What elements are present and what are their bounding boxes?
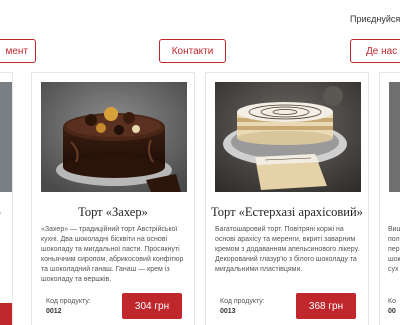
desc-fragment: сух <box>388 266 399 273</box>
product-description: «Захер» — традиційний торт Австрійської … <box>41 226 184 283</box>
product-title-fragment: » <box>0 205 1 220</box>
nav-button-where-to-find[interactable]: Де нас з <box>350 39 400 63</box>
product-code-value: 0013 <box>220 308 236 315</box>
sacher-cake-image <box>41 82 187 192</box>
price-button-partial[interactable] <box>0 303 12 325</box>
product-photo-partial <box>389 82 400 192</box>
product-photo-esterhazy[interactable] <box>215 82 361 192</box>
product-description: Багатошаровий торт. Повітряні коржі на о… <box>215 226 360 273</box>
product-card: Торт «Захер» «Захер» — традиційний торт … <box>31 72 195 325</box>
product-code-label: Код продукту: <box>46 298 91 305</box>
product-card-partial-right: Вишн пол пер шок сух Ко 00 <box>379 72 400 325</box>
nav-button-contacts[interactable]: Контакти <box>159 39 226 63</box>
product-title[interactable]: Торт «Захер» <box>32 205 194 220</box>
price-button[interactable]: 368 грн <box>296 293 356 319</box>
product-code-value: 00 <box>388 308 396 315</box>
desc-fragment: пер <box>388 246 400 253</box>
product-photo-partial <box>0 82 12 192</box>
desc-fragment: пол <box>388 236 400 243</box>
product-photo-sacher[interactable] <box>41 82 187 192</box>
product-title[interactable]: Торт «Естерхазі арахісовий» <box>206 205 368 220</box>
product-card-partial-left: » <box>0 72 13 325</box>
product-code-label: Код продукту: <box>220 298 265 305</box>
product-code-value: 0012 <box>46 308 62 315</box>
price-button[interactable]: 304 грн <box>122 293 182 319</box>
product-description-partial: Вишн пол пер шок сух <box>388 225 400 275</box>
nav-button-left[interactable]: мент <box>0 39 36 63</box>
product-code-label: Ко <box>388 298 396 305</box>
esterhazy-cake-image <box>215 82 361 192</box>
desc-fragment: Вишн <box>388 226 400 233</box>
product-card: Торт «Естерхазі арахісовий» Багатошарови… <box>205 72 369 325</box>
join-label: Приєднуйся: <box>350 14 400 24</box>
desc-fragment: шок <box>388 256 400 263</box>
